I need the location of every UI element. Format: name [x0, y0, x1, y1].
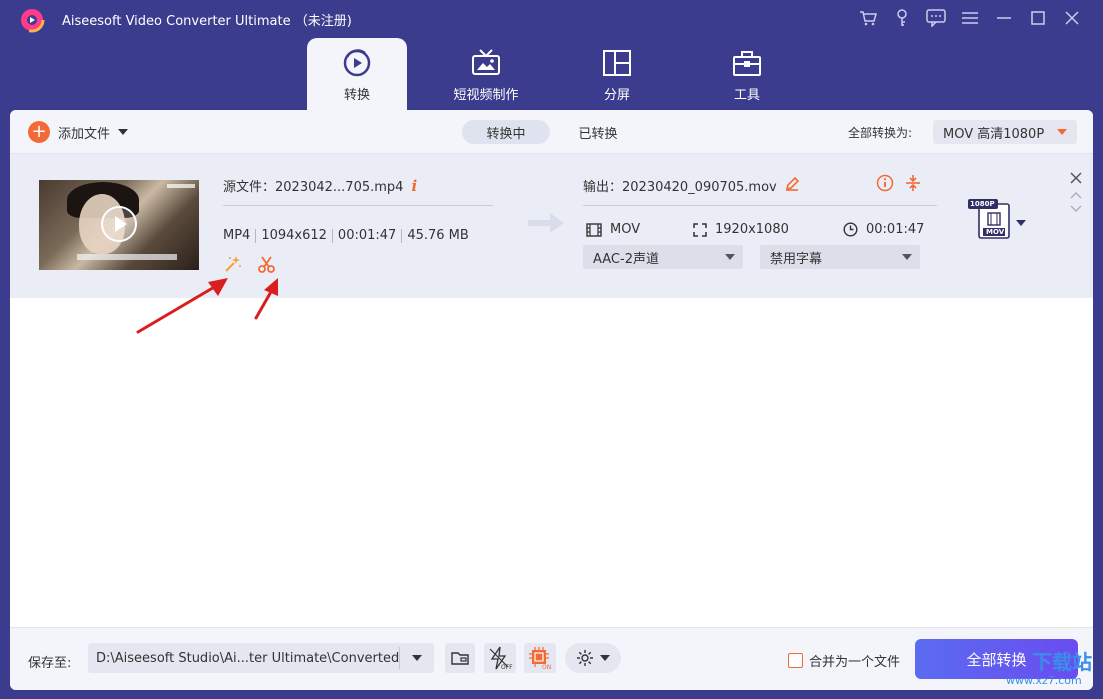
- mv-icon: [469, 46, 503, 80]
- arrow-right-icon: [528, 213, 564, 233]
- audio-track-value: AAC-2声道: [593, 251, 659, 267]
- move-up-icon[interactable]: [1069, 190, 1083, 200]
- source-file: 源文件：2023042...705.mp4 i: [223, 176, 417, 196]
- output-format-badge[interactable]: 1080P MOV: [967, 198, 1011, 246]
- output-duration: 00:01:47: [843, 222, 924, 237]
- bottom-bar: 保存至: D:\Aiseesoft Studio\Ai...ter Ultima…: [10, 627, 1093, 690]
- output-file-name: 输出：20230420_090705.mov: [583, 180, 777, 195]
- merge-checkbox[interactable]: [788, 653, 803, 668]
- tab-mv-label: 短视频制作: [453, 88, 519, 103]
- info-icon[interactable]: i: [411, 177, 417, 195]
- subtitle-select[interactable]: 禁用字幕: [760, 245, 920, 269]
- cart-icon[interactable]: [851, 6, 885, 30]
- badge-bottom-text: MOV: [986, 228, 1005, 236]
- expand-icon: [693, 222, 707, 237]
- gpu-accel-on-button[interactable]: ON: [524, 643, 556, 673]
- save-path-select[interactable]: D:\Aiseesoft Studio\Ai...ter Ultimate\Co…: [88, 643, 434, 673]
- source-format: MP4: [223, 228, 251, 243]
- tab-collage-label: 分屏: [603, 88, 630, 103]
- convert-all-button[interactable]: 全部转换: [915, 639, 1078, 679]
- chevron-down-icon[interactable]: [412, 655, 422, 661]
- merge-option[interactable]: 合并为一个文件: [788, 651, 900, 670]
- source-size: 45.76 MB: [407, 228, 469, 243]
- hardware-accel-off-button[interactable]: OFF: [484, 643, 516, 673]
- chevron-down-icon[interactable]: [118, 129, 129, 135]
- film-icon: [586, 222, 602, 237]
- output-duration-value: 00:01:47: [866, 222, 925, 237]
- info-circle-icon[interactable]: [876, 174, 894, 196]
- add-files-button[interactable]: + 添加文件: [28, 121, 129, 143]
- video-thumbnail[interactable]: [39, 180, 199, 270]
- output-format-value: MOV: [610, 222, 641, 237]
- source-file-name: 源文件：2023042...705.mp4: [223, 180, 404, 195]
- audio-track-select[interactable]: AAC-2声道: [583, 245, 743, 269]
- divider: [223, 205, 493, 206]
- source-resolution: 1094x612: [261, 228, 327, 243]
- toolbar: + 添加文件 转换中 已转换 全部转换为: MOV 高清1080P: [10, 110, 1093, 154]
- maximize-icon[interactable]: [1021, 6, 1055, 30]
- tab-collage[interactable]: 分屏: [567, 38, 667, 110]
- annotation-arrow-icon: [136, 278, 228, 334]
- folder-icon: [451, 652, 469, 665]
- settings-button[interactable]: [565, 643, 621, 673]
- convert-all-to-label: 全部转换为:: [848, 126, 913, 140]
- tab-converting[interactable]: 转换中: [462, 120, 550, 144]
- source-meta: MP4 1094x612 00:01:47 45.76 MB: [223, 228, 469, 243]
- convert-icon: [340, 46, 374, 80]
- lightning-off-icon: OFF: [489, 646, 513, 670]
- annotation-arrow-icon: [254, 278, 278, 320]
- key-icon[interactable]: [885, 6, 919, 30]
- app-logo-icon: [19, 7, 45, 33]
- collage-icon: [600, 46, 634, 80]
- tab-toolbox-label: 工具: [733, 88, 760, 103]
- add-files-label: 添加文件: [58, 126, 111, 142]
- clock-icon: [843, 222, 858, 237]
- toolbox-icon: [730, 46, 764, 80]
- remove-file-icon[interactable]: [1068, 170, 1084, 186]
- title-bar: Aiseesoft Video Converter Ultimate （未注册): [0, 0, 1103, 36]
- move-down-icon[interactable]: [1069, 204, 1083, 214]
- main-panel: + 添加文件 转换中 已转换 全部转换为: MOV 高清1080P 源文件：20…: [10, 110, 1093, 690]
- chevron-down-icon: [725, 254, 735, 260]
- gear-icon: [577, 650, 593, 666]
- svg-text:ON: ON: [542, 664, 551, 670]
- output-resolution: 1920x1080: [693, 222, 789, 237]
- output-format: MOV: [586, 222, 640, 237]
- merge-label: 合并为一个文件: [809, 655, 901, 670]
- output-file: 输出：20230420_090705.mov: [583, 176, 799, 195]
- subtitle-value: 禁用字幕: [770, 251, 823, 267]
- tab-toolbox[interactable]: 工具: [697, 38, 797, 110]
- chat-icon[interactable]: [919, 6, 953, 30]
- scissors-icon[interactable]: [257, 254, 277, 274]
- divider: [583, 205, 937, 206]
- chevron-down-icon: [902, 254, 912, 260]
- play-icon[interactable]: [101, 206, 137, 242]
- open-folder-button[interactable]: [445, 643, 475, 673]
- plus-icon: +: [28, 121, 50, 143]
- compress-icon[interactable]: [904, 174, 922, 196]
- close-icon[interactable]: [1055, 6, 1089, 30]
- convert-all-format-select[interactable]: MOV 高清1080P: [933, 120, 1077, 144]
- convert-all-format-value: MOV 高清1080P: [943, 126, 1045, 142]
- svg-text:OFF: OFF: [501, 664, 513, 670]
- minimize-icon[interactable]: [987, 6, 1021, 30]
- chevron-down-icon: [1057, 129, 1067, 135]
- window-title: Aiseesoft Video Converter Ultimate （未注册): [62, 14, 352, 29]
- output-resolution-value: 1920x1080: [715, 222, 789, 237]
- chevron-down-icon: [600, 655, 610, 661]
- gpu-chip-icon: ON: [529, 647, 551, 670]
- chevron-down-icon[interactable]: [1016, 220, 1026, 226]
- menu-icon[interactable]: [953, 6, 987, 30]
- tab-mv[interactable]: 短视频制作: [436, 38, 536, 110]
- source-duration: 00:01:47: [337, 228, 397, 243]
- badge-top-text: 1080P: [970, 200, 995, 208]
- save-path-value: D:\Aiseesoft Studio\Ai...ter Ultimate\Co…: [96, 650, 400, 666]
- save-to-label: 保存至:: [28, 656, 72, 671]
- tab-converted[interactable]: 已转换: [570, 120, 626, 144]
- tab-convert-label: 转换: [343, 88, 370, 103]
- tab-convert[interactable]: 转换: [307, 38, 407, 110]
- edit-pencil-icon[interactable]: [785, 176, 799, 195]
